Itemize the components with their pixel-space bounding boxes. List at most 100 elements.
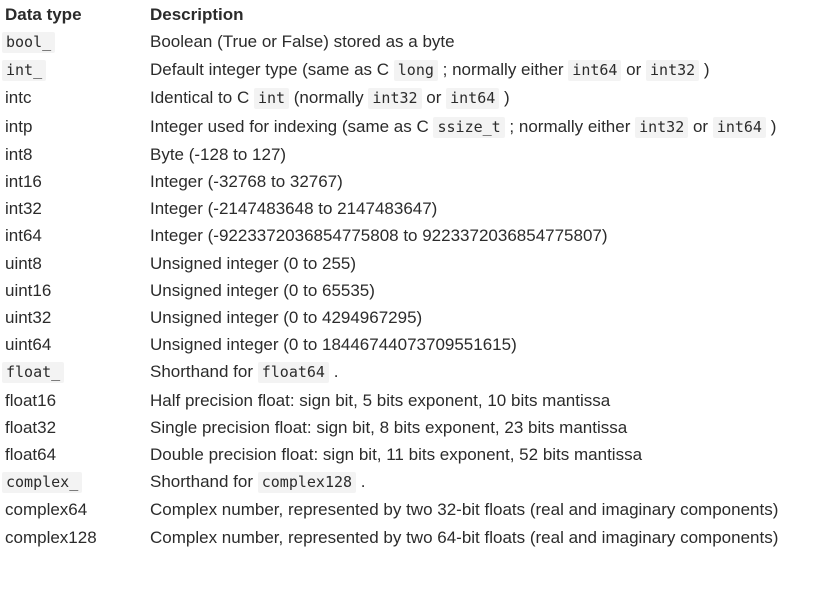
description-cell: Unsigned integer (0 to 4294967295)	[150, 304, 825, 331]
description-text: )	[765, 116, 777, 136]
description-text: .	[328, 362, 339, 382]
data-type-cell: float_	[0, 358, 150, 386]
description-text: Integer (-2147483648 to 2147483647)	[150, 199, 438, 219]
description-cell: Identical to C int (normally int32 or in…	[150, 84, 825, 112]
data-type-cell: uint64	[5, 335, 52, 355]
inline-code: int32	[635, 116, 689, 138]
table-row: float16 Half precision float: sign bit, 5…	[0, 387, 825, 414]
description-text: Single precision float: sign bit, 8 bits…	[150, 417, 628, 437]
data-type-cell: complex128	[5, 527, 97, 547]
table-row: intc Identical to C int (normally int32 o…	[0, 84, 825, 112]
description-cell: Shorthand for complex128 .	[150, 468, 825, 496]
table-row: uint8 Unsigned integer (0 to 255)	[0, 250, 825, 277]
table-header: Data type Description	[0, 2, 825, 28]
data-type-cell: intc	[5, 88, 32, 108]
description-text: Identical to C	[150, 88, 254, 108]
inline-code: int_	[2, 60, 47, 82]
table-row: uint32 Unsigned integer (0 to 4294967295)	[0, 304, 825, 331]
inline-code: ssize_t	[433, 116, 505, 138]
inline-code: long	[393, 60, 438, 82]
table-row: float32 Single precision float: sign bit,…	[0, 414, 825, 441]
description-text: Unsigned integer (0 to 4294967295)	[150, 308, 423, 328]
description-text: Half precision float: sign bit, 5 bits e…	[150, 390, 611, 410]
header-description: Description	[150, 5, 244, 24]
inline-code: int64	[446, 88, 500, 110]
table-row: uint16 Unsigned integer (0 to 65535)	[0, 277, 825, 304]
data-type-cell: float64	[5, 445, 57, 465]
data-type-cell: float16	[5, 390, 57, 410]
table-row: int_ Default integer type (same as C long…	[0, 56, 825, 84]
description-text: .	[356, 472, 366, 492]
table-row: complex128 Complex number, represented by…	[0, 524, 825, 551]
data-type-cell: complex64	[5, 500, 88, 520]
table-row: uint64 Unsigned integer (0 to 18446744073…	[0, 331, 825, 358]
inline-code: int32	[368, 88, 422, 110]
description-cell: Shorthand for float64 .	[150, 358, 825, 386]
description-cell: Unsigned integer (0 to 18446744073709551…	[150, 331, 825, 358]
data-type-cell: int8	[5, 144, 33, 164]
description-cell: Boolean (True or False) stored as a byte	[150, 28, 825, 55]
description-text: or	[421, 88, 447, 108]
description-cell: Unsigned integer (0 to 65535)	[150, 277, 825, 304]
inline-code: int	[253, 88, 290, 110]
inline-code: bool_	[2, 32, 56, 53]
data-type-cell: complex_	[0, 468, 150, 496]
description-cell: Unsigned integer (0 to 255)	[150, 250, 825, 277]
description-text: Integer (-32768 to 32767)	[150, 172, 343, 192]
data-type-cell: uint32	[5, 308, 52, 328]
description-text: Shorthand for	[150, 472, 258, 492]
inline-code: float64	[257, 362, 329, 384]
description-text: Shorthand for	[150, 362, 258, 382]
description-text: Byte (-128 to 127)	[150, 144, 287, 164]
description-text: ; normally either	[437, 60, 569, 80]
inline-code: int64	[568, 60, 622, 82]
description-text: Boolean (True or False) stored as a byte	[150, 32, 455, 51]
table-row: float64 Double precision float: sign bit,…	[0, 441, 825, 468]
description-cell: Default integer type (same as C long ; n…	[150, 56, 825, 84]
table-row: complex_ Shorthand for complex128 .	[0, 468, 825, 496]
description-text: (normally	[289, 88, 369, 108]
description-text: ; normally either	[504, 116, 636, 136]
data-type-cell: uint16	[5, 280, 52, 300]
inline-code: int64	[712, 116, 766, 138]
description-text: Complex number, represented by two 32-bi…	[150, 500, 779, 520]
description-cell: Integer used for indexing (same as C ssi…	[150, 113, 825, 141]
data-type-cell: int32	[5, 199, 42, 219]
table-row: int64 Integer (-9223372036854775808 to 92…	[0, 222, 825, 249]
table-body: bool_ Boolean (True or False) stored as a…	[0, 28, 825, 551]
description-cell: Integer (-2147483648 to 2147483647)	[150, 195, 825, 222]
inline-code: float_	[2, 362, 65, 384]
inline-code: complex128	[257, 472, 357, 494]
description-cell: Half precision float: sign bit, 5 bits e…	[150, 387, 825, 414]
description-text: Double precision float: sign bit, 11 bit…	[150, 445, 643, 465]
data-type-cell: intp	[5, 116, 33, 136]
description-text: Unsigned integer (0 to 65535)	[150, 280, 375, 300]
description-cell: Integer (-9223372036854775808 to 9223372…	[150, 222, 825, 249]
description-text: Integer used for indexing (same as C	[150, 116, 434, 136]
data-type-cell: int_	[0, 56, 150, 84]
description-text: )	[499, 88, 510, 108]
table-row: complex64 Complex number, represented by …	[0, 496, 825, 523]
description-text: Unsigned integer (0 to 18446744073709551…	[150, 335, 517, 355]
data-type-cell: float32	[5, 417, 57, 437]
description-text: Integer (-9223372036854775808 to 9223372…	[150, 226, 608, 246]
data-types-table: Data type Description bool_ Boolean (True…	[0, 0, 825, 551]
description-cell: Single precision float: sign bit, 8 bits…	[150, 414, 825, 441]
table-row: intp Integer used for indexing (same as C…	[0, 113, 825, 141]
header-data-type: Data type	[5, 5, 82, 24]
description-cell: Integer (-32768 to 32767)	[150, 168, 825, 195]
inline-code: int32	[646, 60, 700, 82]
inline-code: complex_	[2, 472, 83, 494]
description-text: or	[688, 116, 713, 136]
table-row: bool_ Boolean (True or False) stored as a…	[0, 28, 825, 56]
description-cell: Complex number, represented by two 32-bi…	[150, 496, 825, 522]
table-row: int8 Byte (-128 to 127)	[0, 141, 825, 168]
description-text: )	[699, 60, 710, 80]
description-cell: Complex number, represented by two 64-bi…	[150, 524, 825, 550]
description-cell: Double precision float: sign bit, 11 bit…	[150, 441, 825, 468]
data-type-cell: uint8	[5, 253, 42, 273]
description-text: Unsigned integer (0 to 255)	[150, 253, 357, 273]
data-type-cell: int16	[5, 172, 42, 192]
description-text: Complex number, represented by two 64-bi…	[150, 527, 779, 547]
table-row: int32 Integer (-2147483648 to 2147483647)	[0, 195, 825, 222]
